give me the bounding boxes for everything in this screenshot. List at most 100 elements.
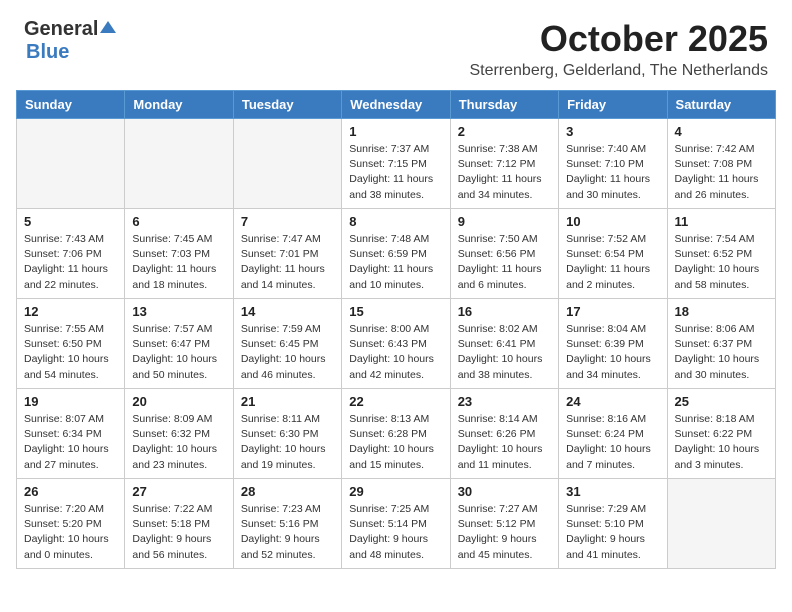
calendar-cell: 24 Sunrise: 8:16 AM Sunset: 6:24 PM Dayli… <box>559 389 667 479</box>
calendar-cell: 28 Sunrise: 7:23 AM Sunset: 5:16 PM Dayli… <box>233 479 341 569</box>
day-number: 10 <box>566 214 659 229</box>
header: General Blue October 2025 Sterrenberg, G… <box>0 0 792 90</box>
day-number: 19 <box>24 394 117 409</box>
day-number: 3 <box>566 124 659 139</box>
month-title: October 2025 <box>469 18 768 60</box>
day-info: Sunrise: 7:20 AM Sunset: 5:20 PM Dayligh… <box>24 502 117 563</box>
calendar-cell: 6 Sunrise: 7:45 AM Sunset: 7:03 PM Daylig… <box>125 209 233 299</box>
day-info: Sunrise: 8:16 AM Sunset: 6:24 PM Dayligh… <box>566 412 659 473</box>
calendar-cell: 5 Sunrise: 7:43 AM Sunset: 7:06 PM Daylig… <box>17 209 125 299</box>
calendar-cell <box>667 479 775 569</box>
day-number: 13 <box>132 304 225 319</box>
calendar-cell: 9 Sunrise: 7:50 AM Sunset: 6:56 PM Daylig… <box>450 209 558 299</box>
calendar-cell: 23 Sunrise: 8:14 AM Sunset: 6:26 PM Dayli… <box>450 389 558 479</box>
calendar-cell: 1 Sunrise: 7:37 AM Sunset: 7:15 PM Daylig… <box>342 119 450 209</box>
logo-icon <box>100 19 116 40</box>
day-info: Sunrise: 8:02 AM Sunset: 6:41 PM Dayligh… <box>458 322 551 383</box>
calendar-cell: 4 Sunrise: 7:42 AM Sunset: 7:08 PM Daylig… <box>667 119 775 209</box>
day-info: Sunrise: 7:38 AM Sunset: 7:12 PM Dayligh… <box>458 142 551 203</box>
day-number: 4 <box>675 124 768 139</box>
calendar-cell: 14 Sunrise: 7:59 AM Sunset: 6:45 PM Dayli… <box>233 299 341 389</box>
day-number: 29 <box>349 484 442 499</box>
day-info: Sunrise: 8:14 AM Sunset: 6:26 PM Dayligh… <box>458 412 551 473</box>
day-number: 24 <box>566 394 659 409</box>
day-info: Sunrise: 7:45 AM Sunset: 7:03 PM Dayligh… <box>132 232 225 293</box>
day-number: 6 <box>132 214 225 229</box>
calendar-cell <box>125 119 233 209</box>
calendar-cell: 31 Sunrise: 7:29 AM Sunset: 5:10 PM Dayli… <box>559 479 667 569</box>
day-number: 22 <box>349 394 442 409</box>
calendar-cell: 13 Sunrise: 7:57 AM Sunset: 6:47 PM Dayli… <box>125 299 233 389</box>
calendar: SundayMondayTuesdayWednesdayThursdayFrid… <box>16 90 776 569</box>
calendar-cell: 7 Sunrise: 7:47 AM Sunset: 7:01 PM Daylig… <box>233 209 341 299</box>
calendar-cell: 21Sunrise: 8:11 AM Sunset: 6:30 PM Dayli… <box>233 389 341 479</box>
day-number: 28 <box>241 484 334 499</box>
day-info: Sunrise: 7:25 AM Sunset: 5:14 PM Dayligh… <box>349 502 442 563</box>
location: Sterrenberg, Gelderland, The Netherlands <box>469 62 768 80</box>
day-number: 31 <box>566 484 659 499</box>
day-number: 17 <box>566 304 659 319</box>
weekday-header-wednesday: Wednesday <box>342 91 450 119</box>
day-info: Sunrise: 7:43 AM Sunset: 7:06 PM Dayligh… <box>24 232 117 293</box>
day-number: 20 <box>132 394 225 409</box>
logo: General Blue <box>24 18 116 64</box>
day-info: Sunrise: 7:57 AM Sunset: 6:47 PM Dayligh… <box>132 322 225 383</box>
week-row-5: 26 Sunrise: 7:20 AM Sunset: 5:20 PM Dayli… <box>17 479 776 569</box>
day-number: 2 <box>458 124 551 139</box>
day-info: Sunrise: 7:27 AM Sunset: 5:12 PM Dayligh… <box>458 502 551 563</box>
day-info: Sunrise: 7:23 AM Sunset: 5:16 PM Dayligh… <box>241 502 334 563</box>
day-info: Sunrise: 7:42 AM Sunset: 7:08 PM Dayligh… <box>675 142 768 203</box>
day-number: 25 <box>675 394 768 409</box>
day-info: Sunrise: 7:55 AM Sunset: 6:50 PM Dayligh… <box>24 322 117 383</box>
calendar-cell: 16 Sunrise: 8:02 AM Sunset: 6:41 PM Dayli… <box>450 299 558 389</box>
day-info: Sunrise: 8:00 AM Sunset: 6:43 PM Dayligh… <box>349 322 442 383</box>
week-row-2: 5 Sunrise: 7:43 AM Sunset: 7:06 PM Daylig… <box>17 209 776 299</box>
day-number: 12 <box>24 304 117 319</box>
weekday-header-friday: Friday <box>559 91 667 119</box>
day-info: Sunrise: 7:29 AM Sunset: 5:10 PM Dayligh… <box>566 502 659 563</box>
calendar-cell: 19Sunrise: 8:07 AM Sunset: 6:34 PM Dayli… <box>17 389 125 479</box>
calendar-cell: 22 Sunrise: 8:13 AM Sunset: 6:28 PM Dayli… <box>342 389 450 479</box>
day-number: 9 <box>458 214 551 229</box>
day-info: Sunrise: 8:06 AM Sunset: 6:37 PM Dayligh… <box>675 322 768 383</box>
calendar-cell: 17Sunrise: 8:04 AM Sunset: 6:39 PM Dayli… <box>559 299 667 389</box>
calendar-cell: 10 Sunrise: 7:52 AM Sunset: 6:54 PM Dayli… <box>559 209 667 299</box>
week-row-1: 1 Sunrise: 7:37 AM Sunset: 7:15 PM Daylig… <box>17 119 776 209</box>
weekday-header-monday: Monday <box>125 91 233 119</box>
day-number: 1 <box>349 124 442 139</box>
day-number: 7 <box>241 214 334 229</box>
day-number: 15 <box>349 304 442 319</box>
calendar-cell: 8 Sunrise: 7:48 AM Sunset: 6:59 PM Daylig… <box>342 209 450 299</box>
calendar-cell: 12 Sunrise: 7:55 AM Sunset: 6:50 PM Dayli… <box>17 299 125 389</box>
calendar-cell: 18 Sunrise: 8:06 AM Sunset: 6:37 PM Dayli… <box>667 299 775 389</box>
day-info: Sunrise: 7:22 AM Sunset: 5:18 PM Dayligh… <box>132 502 225 563</box>
day-info: Sunrise: 8:13 AM Sunset: 6:28 PM Dayligh… <box>349 412 442 473</box>
day-number: 26 <box>24 484 117 499</box>
day-number: 18 <box>675 304 768 319</box>
week-row-3: 12 Sunrise: 7:55 AM Sunset: 6:50 PM Dayli… <box>17 299 776 389</box>
day-info: Sunrise: 7:48 AM Sunset: 6:59 PM Dayligh… <box>349 232 442 293</box>
calendar-cell: 2 Sunrise: 7:38 AM Sunset: 7:12 PM Daylig… <box>450 119 558 209</box>
title-area: October 2025 Sterrenberg, Gelderland, Th… <box>469 18 768 80</box>
day-number: 14 <box>241 304 334 319</box>
day-number: 5 <box>24 214 117 229</box>
calendar-cell: 30Sunrise: 7:27 AM Sunset: 5:12 PM Dayli… <box>450 479 558 569</box>
day-number: 16 <box>458 304 551 319</box>
day-number: 23 <box>458 394 551 409</box>
day-info: Sunrise: 7:50 AM Sunset: 6:56 PM Dayligh… <box>458 232 551 293</box>
calendar-cell: 15 Sunrise: 8:00 AM Sunset: 6:43 PM Dayli… <box>342 299 450 389</box>
day-info: Sunrise: 7:37 AM Sunset: 7:15 PM Dayligh… <box>349 142 442 203</box>
calendar-cell <box>17 119 125 209</box>
calendar-cell: 26 Sunrise: 7:20 AM Sunset: 5:20 PM Dayli… <box>17 479 125 569</box>
day-number: 8 <box>349 214 442 229</box>
day-info: Sunrise: 7:54 AM Sunset: 6:52 PM Dayligh… <box>675 232 768 293</box>
weekday-header-saturday: Saturday <box>667 91 775 119</box>
day-info: Sunrise: 7:52 AM Sunset: 6:54 PM Dayligh… <box>566 232 659 293</box>
weekday-header-sunday: Sunday <box>17 91 125 119</box>
day-number: 27 <box>132 484 225 499</box>
day-info: Sunrise: 7:47 AM Sunset: 7:01 PM Dayligh… <box>241 232 334 293</box>
day-info: Sunrise: 7:59 AM Sunset: 6:45 PM Dayligh… <box>241 322 334 383</box>
calendar-cell <box>233 119 341 209</box>
day-number: 11 <box>675 214 768 229</box>
calendar-cell: 25Sunrise: 8:18 AM Sunset: 6:22 PM Dayli… <box>667 389 775 479</box>
